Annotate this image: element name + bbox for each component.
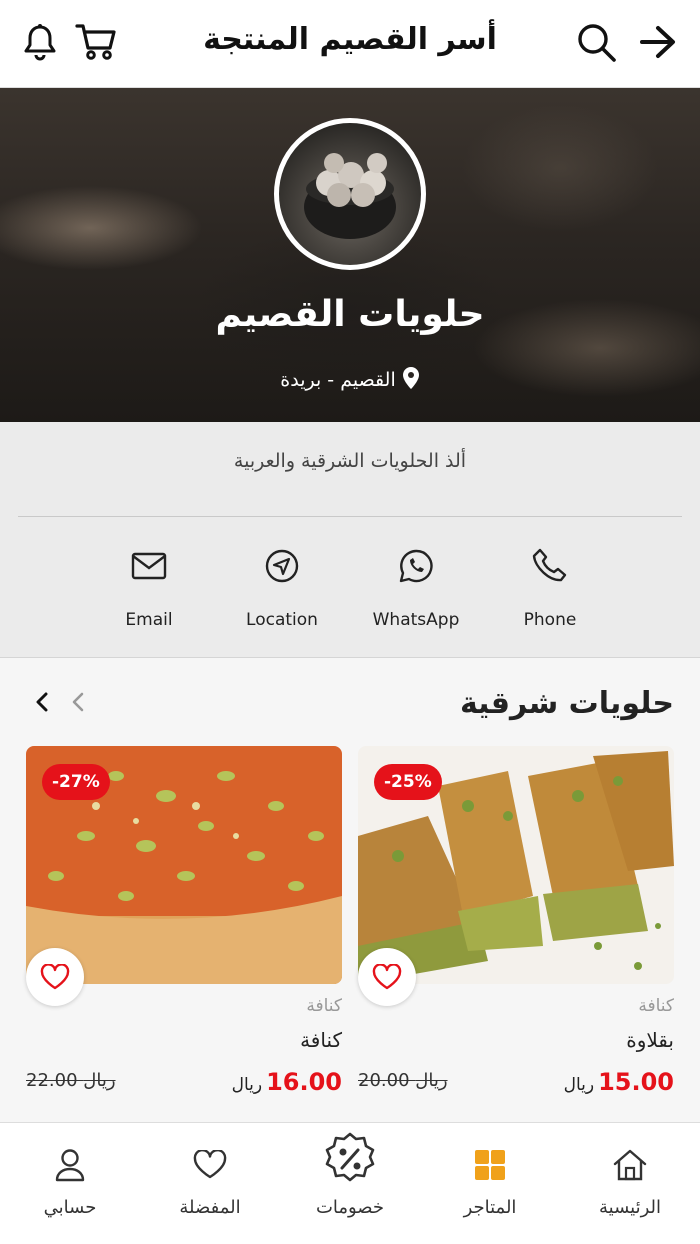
- price-currency: ريال: [231, 1075, 263, 1095]
- favorite-heart-icon[interactable]: [358, 948, 416, 1006]
- divider: [18, 516, 682, 517]
- discount-badge: -27%: [42, 764, 110, 800]
- discount-icon: [290, 1131, 410, 1187]
- contact-whatsapp-button[interactable]: WhatsApp: [356, 546, 476, 630]
- product-name: بقلاوة: [626, 1028, 674, 1052]
- price-amount: 16.00: [266, 1068, 342, 1096]
- old-price: 22.00 ريال: [26, 1070, 116, 1091]
- store-name: حلويات القصيم: [215, 294, 485, 335]
- product-category: كنافة: [306, 996, 342, 1016]
- product-category: كنافة: [638, 996, 674, 1016]
- user-icon: [10, 1145, 130, 1185]
- nav-favorites[interactable]: المفضلة: [150, 1145, 270, 1218]
- product-price: 15.00ريال: [564, 1068, 674, 1096]
- section-title: حلويات شرقية: [459, 686, 674, 721]
- bottom-navigation: الرئيسية المتاجر خصومات المفضلة حسابي: [0, 1122, 700, 1244]
- contact-location-button[interactable]: Location: [222, 546, 342, 630]
- contact-phone-label: Phone: [523, 610, 577, 630]
- location-pin-icon: [402, 366, 420, 395]
- home-icon: [570, 1145, 690, 1185]
- store-location-text: القصيم - بريدة: [280, 369, 396, 391]
- heart-icon: [150, 1145, 270, 1185]
- section-header: حلويات شرقية: [0, 658, 700, 746]
- nav-account[interactable]: حسابي: [10, 1145, 130, 1218]
- store-description: ألذ الحلويات الشرقية والعربية: [233, 450, 467, 472]
- whatsapp-icon: [356, 546, 476, 586]
- nav-favorites-label: المفضلة: [179, 1197, 241, 1218]
- nav-account-label: حسابي: [43, 1197, 97, 1218]
- product-image: -25%: [358, 746, 674, 984]
- carousel-prev-chevron-icon[interactable]: [30, 690, 54, 714]
- price-amount: 15.00: [598, 1068, 674, 1096]
- store-hero-banner: حلويات القصيم القصيم - بريدة: [0, 88, 700, 422]
- nav-stores-label: المتاجر: [463, 1197, 517, 1218]
- discount-badge: -25%: [374, 764, 442, 800]
- store-location: القصيم - بريدة: [0, 366, 700, 395]
- nav-discounts-label: خصومات: [315, 1197, 385, 1218]
- contact-email-button[interactable]: Email: [89, 546, 209, 630]
- nav-home[interactable]: الرئيسية: [570, 1145, 690, 1218]
- store-info-panel: ألذ الحلويات الشرقية والعربية Phone What…: [0, 422, 700, 658]
- old-price: 20.00 ريال: [358, 1070, 448, 1091]
- nav-stores[interactable]: المتاجر: [430, 1145, 550, 1218]
- favorite-heart-icon[interactable]: [26, 948, 84, 1006]
- back-arrow-icon[interactable]: [636, 20, 680, 64]
- product-carousel: -25% كنافة بقلاوة 15.00ريال 20.00 ريال -…: [0, 746, 700, 1122]
- product-card[interactable]: -27% كنافة كنافة 16.00ريال 22.00 ريال: [26, 746, 342, 1106]
- contact-email-label: Email: [125, 610, 173, 630]
- product-card[interactable]: -25% كنافة بقلاوة 15.00ريال 20.00 ريال: [358, 746, 674, 1106]
- location-icon: [222, 546, 342, 586]
- product-price: 16.00ريال: [232, 1068, 342, 1096]
- contact-location-label: Location: [246, 610, 318, 630]
- nav-discounts[interactable]: خصومات: [290, 1131, 410, 1218]
- email-icon: [89, 546, 209, 586]
- product-image: -27%: [26, 746, 342, 984]
- store-avatar: [274, 118, 426, 270]
- contact-whatsapp-label: WhatsApp: [372, 610, 460, 630]
- carousel-next-chevron-icon[interactable]: [66, 690, 90, 714]
- product-name: كنافة: [300, 1028, 342, 1052]
- search-icon[interactable]: [574, 20, 618, 64]
- contact-phone-button[interactable]: Phone: [490, 546, 610, 630]
- top-app-bar: أسر القصيم المنتجة: [0, 0, 700, 88]
- stores-grid-icon: [430, 1145, 550, 1185]
- carousel-arrows: [30, 690, 90, 714]
- phone-icon: [490, 546, 610, 586]
- price-currency: ريال: [563, 1075, 595, 1095]
- nav-home-label: الرئيسية: [599, 1197, 661, 1218]
